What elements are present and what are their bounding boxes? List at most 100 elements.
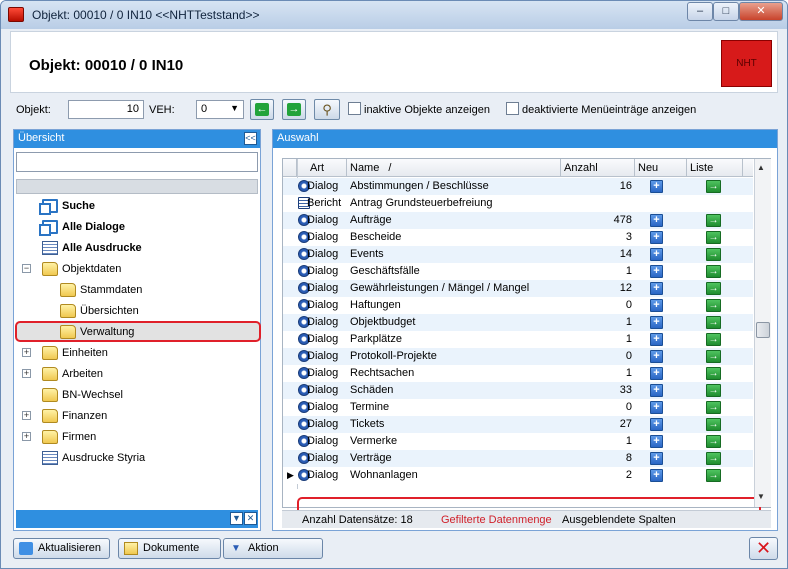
table-row[interactable]: Dialog Rechtsachen 1 + → <box>283 365 753 382</box>
open-list-button[interactable]: → <box>706 265 721 278</box>
open-list-button[interactable]: → <box>706 469 721 482</box>
tree-item[interactable]: − Objektdaten <box>16 259 256 279</box>
inactive-objects-checkbox[interactable] <box>348 102 361 115</box>
table-row[interactable]: Dialog Events 14 + → <box>283 246 753 263</box>
new-record-button[interactable]: + <box>650 299 663 312</box>
scroll-up-icon[interactable]: ▲ <box>757 163 765 172</box>
col-neu[interactable]: Neu <box>635 159 687 177</box>
table-row[interactable]: Dialog Vermerke 1 + → <box>283 433 753 450</box>
tree-item[interactable]: + Arbeiten <box>16 364 256 384</box>
collapse-icon[interactable]: − <box>22 264 31 273</box>
tree-item[interactable]: + Finanzen <box>16 406 256 426</box>
tree-item[interactable]: BN-Wechsel <box>16 385 256 405</box>
documents-button[interactable]: Dokumente <box>118 538 221 559</box>
tree-item[interactable]: Stammdaten <box>16 280 256 300</box>
expand-icon[interactable]: + <box>22 411 31 420</box>
new-record-button[interactable]: + <box>650 282 663 295</box>
open-list-button[interactable]: → <box>706 350 721 363</box>
table-row[interactable]: Dialog Gewährleistungen / Mängel / Mangel… <box>283 280 753 297</box>
open-list-button[interactable]: → <box>706 418 721 431</box>
table-row[interactable]: Dialog Parkplätze 1 + → <box>283 331 753 348</box>
scrollbar-thumb[interactable] <box>756 322 770 338</box>
close-dialog-button[interactable]: ✕ <box>749 537 778 560</box>
new-record-button[interactable]: + <box>650 452 663 465</box>
refresh-button[interactable]: Aktualisieren <box>13 538 110 559</box>
veh-select[interactable]: 0 ▼ <box>196 100 244 119</box>
open-list-button[interactable]: → <box>706 180 721 193</box>
table-row[interactable]: Dialog Geschäftsfälle 1 + → <box>283 263 753 280</box>
objekt-input[interactable]: 10 <box>68 100 144 119</box>
search-button[interactable]: ⚲ <box>314 99 340 120</box>
open-list-button[interactable]: → <box>706 333 721 346</box>
cell-art: Dialog <box>307 265 339 277</box>
new-record-button[interactable]: + <box>650 350 663 363</box>
new-record-button[interactable]: + <box>650 231 663 244</box>
action-button[interactable]: ▼ Aktion <box>223 538 323 559</box>
table-row[interactable]: Bericht Antrag Grundsteuerbefreiung <box>283 195 753 212</box>
table-row[interactable]: Dialog Termine 0 + → <box>283 399 753 416</box>
open-list-button[interactable]: → <box>706 214 721 227</box>
open-list-button[interactable]: → <box>706 248 721 261</box>
table-row[interactable]: Dialog Aufträge 478 + → <box>283 212 753 229</box>
new-record-button[interactable]: + <box>650 418 663 431</box>
cell-neu: + <box>635 178 685 195</box>
new-record-button[interactable]: + <box>650 384 663 397</box>
open-list-button[interactable]: → <box>706 401 721 414</box>
col-liste[interactable]: Liste <box>687 159 743 177</box>
open-list-button[interactable]: → <box>706 231 721 244</box>
next-button[interactable]: → <box>282 99 306 120</box>
expand-icon[interactable]: + <box>22 432 31 441</box>
table-row[interactable]: Dialog Schäden 33 + → <box>283 382 753 399</box>
expand-icon[interactable]: + <box>22 369 31 378</box>
collapse-panel-button[interactable]: << <box>244 132 257 145</box>
new-record-button[interactable]: + <box>650 248 663 261</box>
new-record-button[interactable]: + <box>650 316 663 329</box>
open-list-button[interactable]: → <box>706 282 721 295</box>
open-list-button[interactable]: → <box>706 367 721 380</box>
pages-icon <box>39 220 58 236</box>
grid-scrollbar[interactable]: ▲ ▼ <box>754 159 771 507</box>
table-row[interactable]: Dialog Verträge 8 + → <box>283 450 753 467</box>
scroll-down-icon[interactable]: ▼ <box>757 492 765 501</box>
tree-item[interactable]: + Einheiten <box>16 343 256 363</box>
maximize-button[interactable]: □ <box>713 2 739 21</box>
tree-item[interactable]: Übersichten <box>16 301 256 321</box>
col-art[interactable]: Art <box>307 159 347 177</box>
new-record-button[interactable]: + <box>650 469 663 482</box>
table-row[interactable]: Dialog Tickets 27 + → <box>283 416 753 433</box>
expand-down-button[interactable]: ▼ <box>230 512 243 525</box>
tree-item[interactable]: Suche <box>16 196 256 216</box>
table-row[interactable]: Dialog Abstimmungen / Beschlüsse 16 + → <box>283 178 753 195</box>
col-anzahl[interactable]: Anzahl <box>561 159 635 177</box>
tree-item[interactable]: Verwaltung <box>16 322 256 342</box>
expand-icon[interactable]: + <box>22 348 31 357</box>
open-list-button[interactable]: → <box>706 299 721 312</box>
table-row[interactable]: Dialog Protokoll-Projekte 0 + → <box>283 348 753 365</box>
table-row[interactable]: ▶ Dialog Wohnanlagen 2 + → <box>283 467 753 484</box>
new-record-button[interactable]: + <box>650 435 663 448</box>
minimize-button[interactable]: – <box>687 2 713 21</box>
new-record-button[interactable]: + <box>650 180 663 193</box>
open-list-button[interactable]: → <box>706 316 721 329</box>
new-record-button[interactable]: + <box>650 333 663 346</box>
window-close-button[interactable]: ✕ <box>739 2 783 21</box>
new-record-button[interactable]: + <box>650 214 663 227</box>
new-record-button[interactable]: + <box>650 367 663 380</box>
tree-item[interactable]: Ausdrucke Styria <box>16 448 256 468</box>
col-name[interactable]: Name / <box>347 159 561 177</box>
tree-item[interactable]: + Firmen <box>16 427 256 447</box>
open-list-button[interactable]: → <box>706 384 721 397</box>
tree-item[interactable]: Alle Dialoge <box>16 217 256 237</box>
table-row[interactable]: Dialog Objektbudget 1 + → <box>283 314 753 331</box>
table-row[interactable]: Dialog Bescheide 3 + → <box>283 229 753 246</box>
deactivated-menu-checkbox[interactable] <box>506 102 519 115</box>
tree-item[interactable]: Alle Ausdrucke <box>16 238 256 258</box>
new-record-button[interactable]: + <box>650 265 663 278</box>
new-record-button[interactable]: + <box>650 401 663 414</box>
open-list-button[interactable]: → <box>706 452 721 465</box>
previous-button[interactable]: ← <box>250 99 274 120</box>
tree-filter-input[interactable] <box>16 152 258 172</box>
close-panel-button[interactable]: ✕ <box>244 512 257 525</box>
open-list-button[interactable]: → <box>706 435 721 448</box>
table-row[interactable]: Dialog Haftungen 0 + → <box>283 297 753 314</box>
